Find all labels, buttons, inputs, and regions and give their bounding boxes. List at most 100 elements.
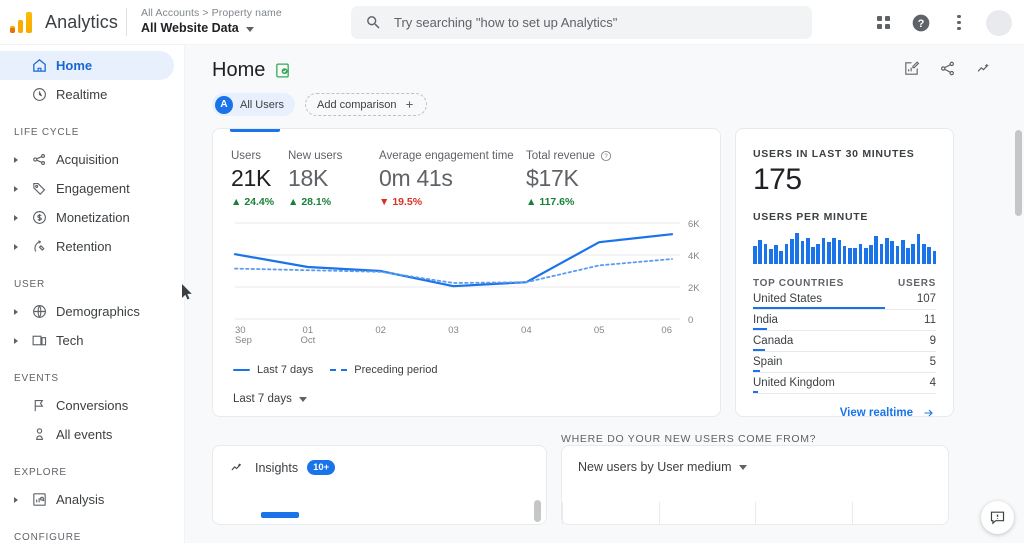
- metric-delta: ▲︎ 117.6%: [526, 196, 575, 208]
- home-icon: [27, 57, 51, 74]
- view-realtime-link[interactable]: View realtime: [753, 407, 936, 419]
- insights-badge: 10+: [307, 460, 336, 475]
- view-realtime-label: View realtime: [839, 407, 913, 419]
- country-row[interactable]: Canada 9: [753, 331, 936, 352]
- device-icon: [27, 332, 51, 349]
- page-scrollbar[interactable]: [1015, 130, 1022, 216]
- sidebar-item-home[interactable]: Home: [0, 51, 174, 80]
- insights-header: Insights 10+: [229, 460, 530, 475]
- sidebar-item-engagement[interactable]: Engagement: [0, 174, 174, 203]
- metric-avg-engagement-time[interactable]: Average engagement time 0m 41s ▼︎ 19.5%: [379, 150, 526, 208]
- metric-new-users[interactable]: New users 18K ▲︎ 28.1%: [288, 150, 379, 208]
- sidebar-item-retention[interactable]: Retention: [0, 232, 174, 261]
- date-range-label: Last 7 days: [233, 393, 292, 405]
- help-icon[interactable]: ?: [910, 12, 932, 34]
- metric-total-revenue[interactable]: Total revenue ? $17K ▲︎ 117.6%: [526, 150, 612, 208]
- expand-arrow-icon[interactable]: [14, 496, 27, 503]
- country-bar: [753, 327, 768, 330]
- insight-row-accent: [261, 512, 299, 518]
- events-icon: [27, 426, 51, 443]
- lower-cards: Insights 10+ New users by User medium: [185, 445, 1024, 525]
- users-per-minute-bar: [789, 239, 794, 264]
- users-per-minute-bar: [869, 244, 873, 264]
- expand-arrow-icon[interactable]: [14, 243, 27, 250]
- avatar[interactable]: [986, 9, 1012, 36]
- retention-icon: [27, 238, 51, 255]
- flag-icon: [27, 397, 51, 414]
- date-range-selector[interactable]: Last 7 days: [233, 393, 307, 405]
- insights-icon[interactable]: [975, 60, 994, 82]
- legend-item-last-7-days[interactable]: Last 7 days: [233, 364, 313, 376]
- new-users-dropdown[interactable]: New users by User medium: [578, 460, 932, 474]
- insights-icon: [231, 463, 242, 471]
- country-row[interactable]: India 11: [753, 310, 936, 331]
- users-per-minute-bar: [758, 240, 762, 264]
- analysis-icon: [27, 491, 51, 508]
- legend-swatch-dashed: [330, 369, 348, 371]
- account-selector[interactable]: All Accounts > Property name All Website…: [141, 7, 282, 37]
- metric-users[interactable]: Users 21K ▲︎ 24.4%: [231, 150, 288, 208]
- analytics-logo[interactable]: Analytics: [0, 11, 122, 33]
- countries-col-header: TOP COUNTRIES: [753, 278, 844, 289]
- svg-text:Sep: Sep: [235, 335, 252, 346]
- new-users-by-medium-card: New users by User medium: [561, 445, 949, 525]
- search-input[interactable]: Try searching "how to set up Analytics": [351, 6, 812, 39]
- top-countries-list: United States 107 India 11 Canada 9 Spain 5 Unit…: [753, 289, 936, 394]
- sidebar-item-monetization[interactable]: Monetization: [0, 203, 174, 232]
- users-per-minute-chart[interactable]: [753, 231, 937, 264]
- expand-arrow-icon[interactable]: [14, 185, 27, 192]
- account-name: All Website Data: [141, 21, 282, 37]
- edit-chart-icon[interactable]: [903, 60, 920, 82]
- sidebar-item-all-events[interactable]: All events: [0, 420, 174, 449]
- country-row[interactable]: Spain 5: [753, 352, 936, 373]
- sidebar-item-realtime[interactable]: Realtime: [0, 80, 174, 109]
- country-row[interactable]: United States 107: [753, 289, 936, 310]
- users-per-minute-bar: [916, 234, 921, 264]
- info-icon[interactable]: ?: [600, 150, 612, 162]
- users-per-minute-bar: [832, 237, 836, 264]
- more-vert-icon[interactable]: [948, 12, 970, 34]
- svg-text:Oct: Oct: [300, 335, 315, 346]
- feedback-button[interactable]: [981, 501, 1014, 534]
- chevron-down-icon: [298, 396, 307, 402]
- metric-label: Total revenue ?: [526, 150, 612, 162]
- arrow-right-icon: [924, 409, 933, 417]
- country-row[interactable]: United Kingdom 4: [753, 373, 936, 394]
- expand-arrow-icon[interactable]: [14, 337, 27, 344]
- expand-arrow-icon[interactable]: [14, 214, 27, 221]
- users-per-minute-bar: [837, 240, 842, 264]
- country-bar: [753, 348, 765, 351]
- apps-grid-icon[interactable]: [872, 12, 894, 34]
- sidebar-item-tech[interactable]: Tech: [0, 326, 174, 355]
- add-comparison-button[interactable]: Add comparison: [305, 93, 427, 116]
- analytics-logo-icon: [10, 11, 36, 33]
- users-per-minute-bar: [922, 244, 926, 264]
- page-title: Home: [212, 59, 266, 81]
- country-users: 5: [929, 356, 936, 368]
- users-per-minute-bar: [779, 250, 784, 264]
- users-per-minute-bar: [879, 243, 884, 264]
- sidebar-item-conversions[interactable]: Conversions: [0, 391, 174, 420]
- country-bar: [753, 306, 885, 309]
- chip-all-users[interactable]: A All Users: [212, 93, 296, 116]
- country-name: United States: [753, 293, 823, 305]
- top-countries-header: TOP COUNTRIES USERS: [753, 278, 936, 289]
- metric-value: 18K: [288, 165, 329, 191]
- sidebar-item-acquisition[interactable]: Acquisition: [0, 145, 174, 174]
- brand-name: Analytics: [45, 11, 118, 32]
- share-icon[interactable]: [939, 60, 956, 82]
- users-per-minute-bar: [805, 237, 810, 264]
- sidebar-section-life-cycle: LIFE CYCLE: [14, 126, 80, 138]
- sidebar-item-demographics[interactable]: Demographics: [0, 297, 174, 326]
- expand-arrow-icon[interactable]: [14, 308, 27, 315]
- users-per-minute-bar: [848, 247, 852, 264]
- insights-title: Insights: [255, 460, 299, 475]
- users-line-chart[interactable]: 6K 4K 2K 0 30 Sep 01 Oct 02 03 04 05 06: [213, 215, 722, 350]
- sidebar-item-analysis[interactable]: Analysis: [0, 485, 174, 514]
- page-header-icons: [903, 60, 1002, 82]
- metric-delta: ▲︎ 28.1%: [288, 196, 332, 208]
- insights-scrollbar[interactable]: [534, 500, 541, 522]
- expand-arrow-icon[interactable]: [14, 156, 27, 163]
- clock-icon: [27, 86, 51, 103]
- legend-item-preceding-period[interactable]: Preceding period: [330, 364, 437, 376]
